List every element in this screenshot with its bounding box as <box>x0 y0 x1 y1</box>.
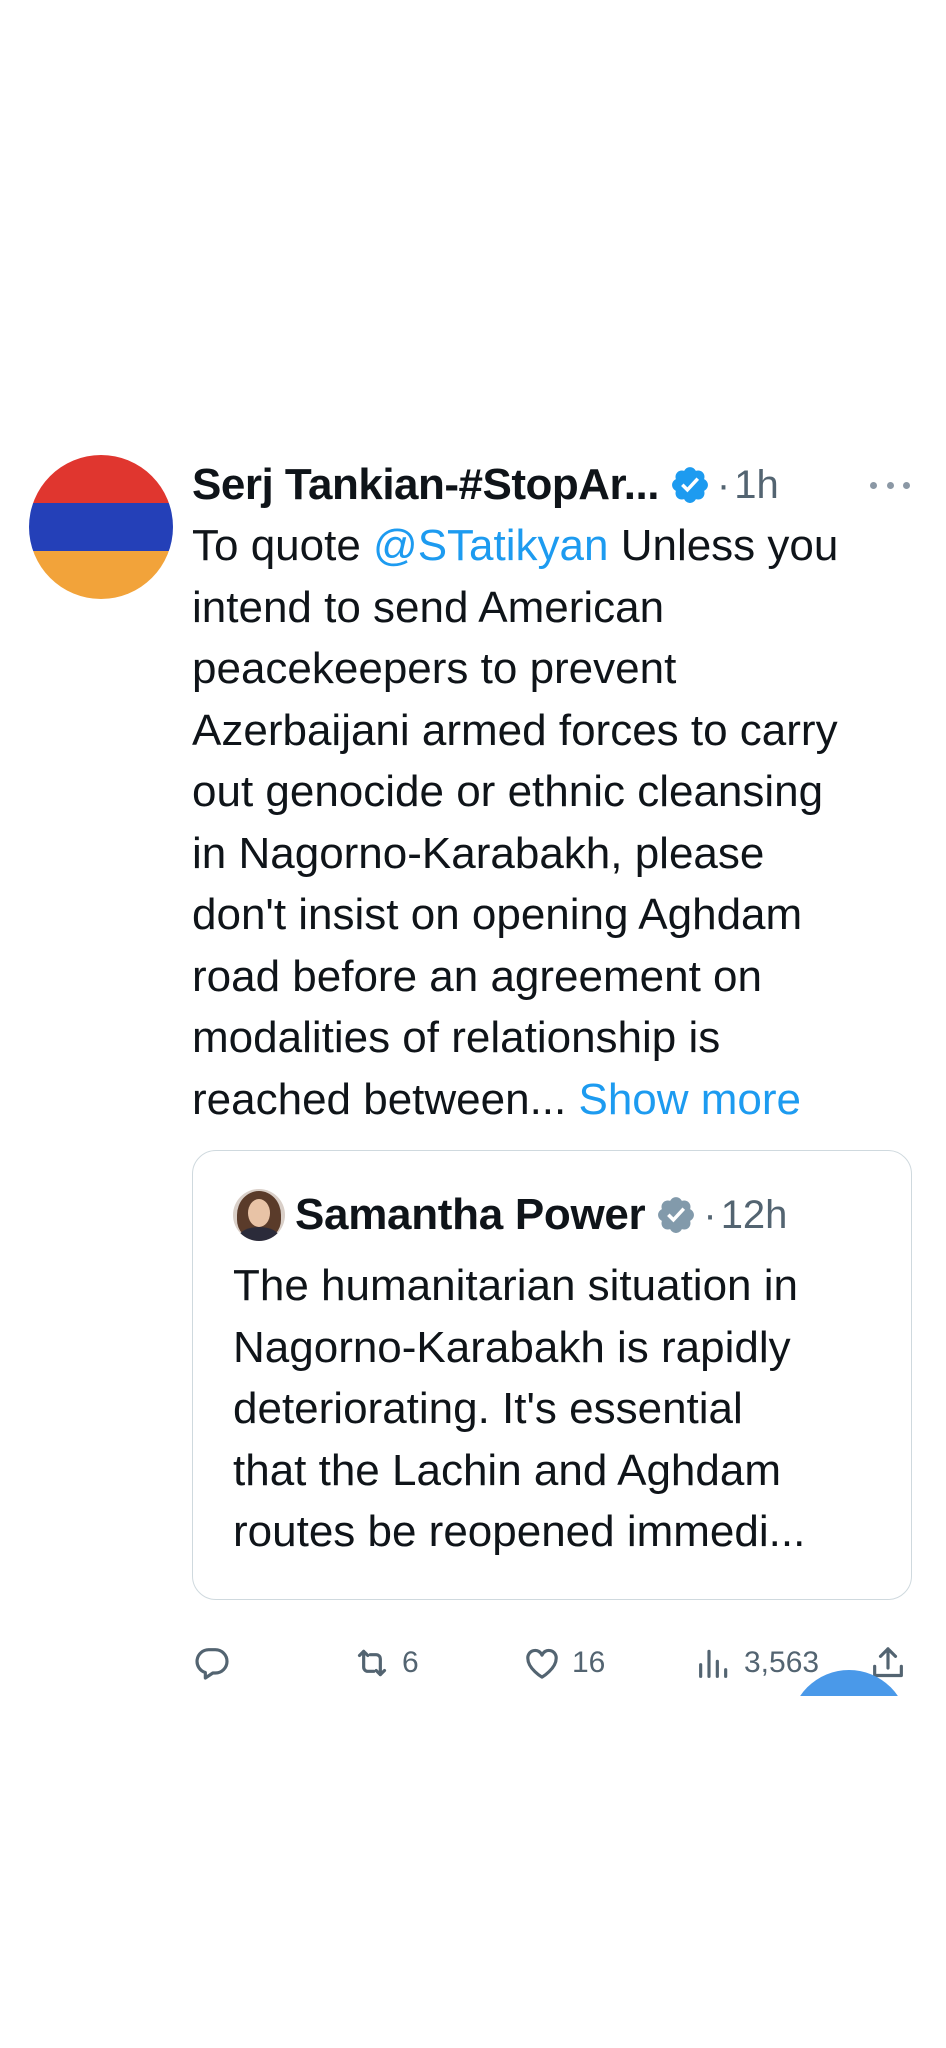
tweet-text-line: peacekeepers to prevent <box>192 644 677 693</box>
tweet-text-line: Azerbaijani armed forces to carry <box>192 705 838 755</box>
reply-icon <box>195 1648 229 1680</box>
flag-red-band <box>29 455 173 503</box>
author-avatar[interactable] <box>29 455 173 599</box>
views-button[interactable]: 3,563 <box>694 1633 819 1693</box>
show-more-link[interactable]: Show more <box>578 1075 801 1124</box>
text-segment: To quote <box>192 521 374 570</box>
mention-link[interactable]: @STatikyan <box>373 521 608 570</box>
author-name[interactable]: Serj Tankian-#StopAr... <box>192 460 659 510</box>
tweet-text-line: don't insist on opening Aghdam <box>192 890 803 939</box>
quoted-text-line: that the Lachin and Aghdam <box>233 1445 781 1495</box>
tweet-time[interactable]: 1h <box>734 463 779 508</box>
quoted-author-name[interactable]: Samantha Power <box>295 1190 646 1240</box>
tweet-text-line: reached between... Show more <box>192 1069 922 1131</box>
lower-blank-area <box>0 1696 946 2048</box>
tweet-text-line: modalities of relationship is <box>192 1013 721 1062</box>
government-verified-badge-icon <box>658 1197 695 1233</box>
flag-orange-band <box>29 551 173 599</box>
views-count: 3,563 <box>744 1646 820 1679</box>
separator-dot: · <box>703 1192 717 1237</box>
quoted-tweet-text: The humanitarian situation in Nagorno-Ka… <box>233 1255 883 1563</box>
tweet-text: To quote @STatikyan Unless you intend to… <box>192 515 922 1130</box>
more-options-icon[interactable] <box>870 471 910 499</box>
flag-blue-band <box>29 503 173 551</box>
like-button[interactable]: 16 <box>522 1633 605 1693</box>
tweet-text-line: out genocide or ethnic cleansing <box>192 767 824 816</box>
verified-badge-icon <box>671 467 708 503</box>
quoted-tweet-header: Samantha Power · 12h <box>233 1187 787 1243</box>
quoted-author-avatar[interactable] <box>233 1189 285 1241</box>
quoted-text-line: Nagorno-Karabakh is rapidly <box>233 1322 791 1372</box>
retweet-button[interactable]: 6 <box>352 1633 419 1693</box>
text-segment: reached between... <box>192 1074 579 1124</box>
quoted-text-line: The humanitarian situation in <box>233 1261 798 1310</box>
quoted-tweet-time: 12h <box>720 1192 788 1237</box>
quoted-text-line: deteriorating. It's essential <box>233 1384 743 1433</box>
quoted-text-line: routes be reopened immedi... <box>233 1507 806 1556</box>
tweet-text-line: intend to send American <box>192 582 665 632</box>
like-count: 16 <box>572 1646 606 1679</box>
text-segment: Unless you <box>608 521 839 570</box>
retweet-count: 6 <box>402 1646 419 1679</box>
tweet-text-line: To quote @STatikyan Unless you <box>192 515 922 577</box>
tweet-text-line: in Nagorno-Karabakh, please <box>192 828 765 878</box>
retweet-icon <box>357 1649 387 1677</box>
separator-dot: · <box>716 462 731 507</box>
heart-icon <box>526 1648 558 1679</box>
views-chart-icon <box>699 1649 728 1678</box>
quoted-tweet[interactable]: Samantha Power · 12h The humanitarian si… <box>192 1150 912 1600</box>
tweet-header: Serj Tankian-#StopAr... · 1h <box>192 455 779 515</box>
reply-button[interactable] <box>192 1633 242 1693</box>
tweet-text-line: road before an agreement on <box>192 951 762 1001</box>
